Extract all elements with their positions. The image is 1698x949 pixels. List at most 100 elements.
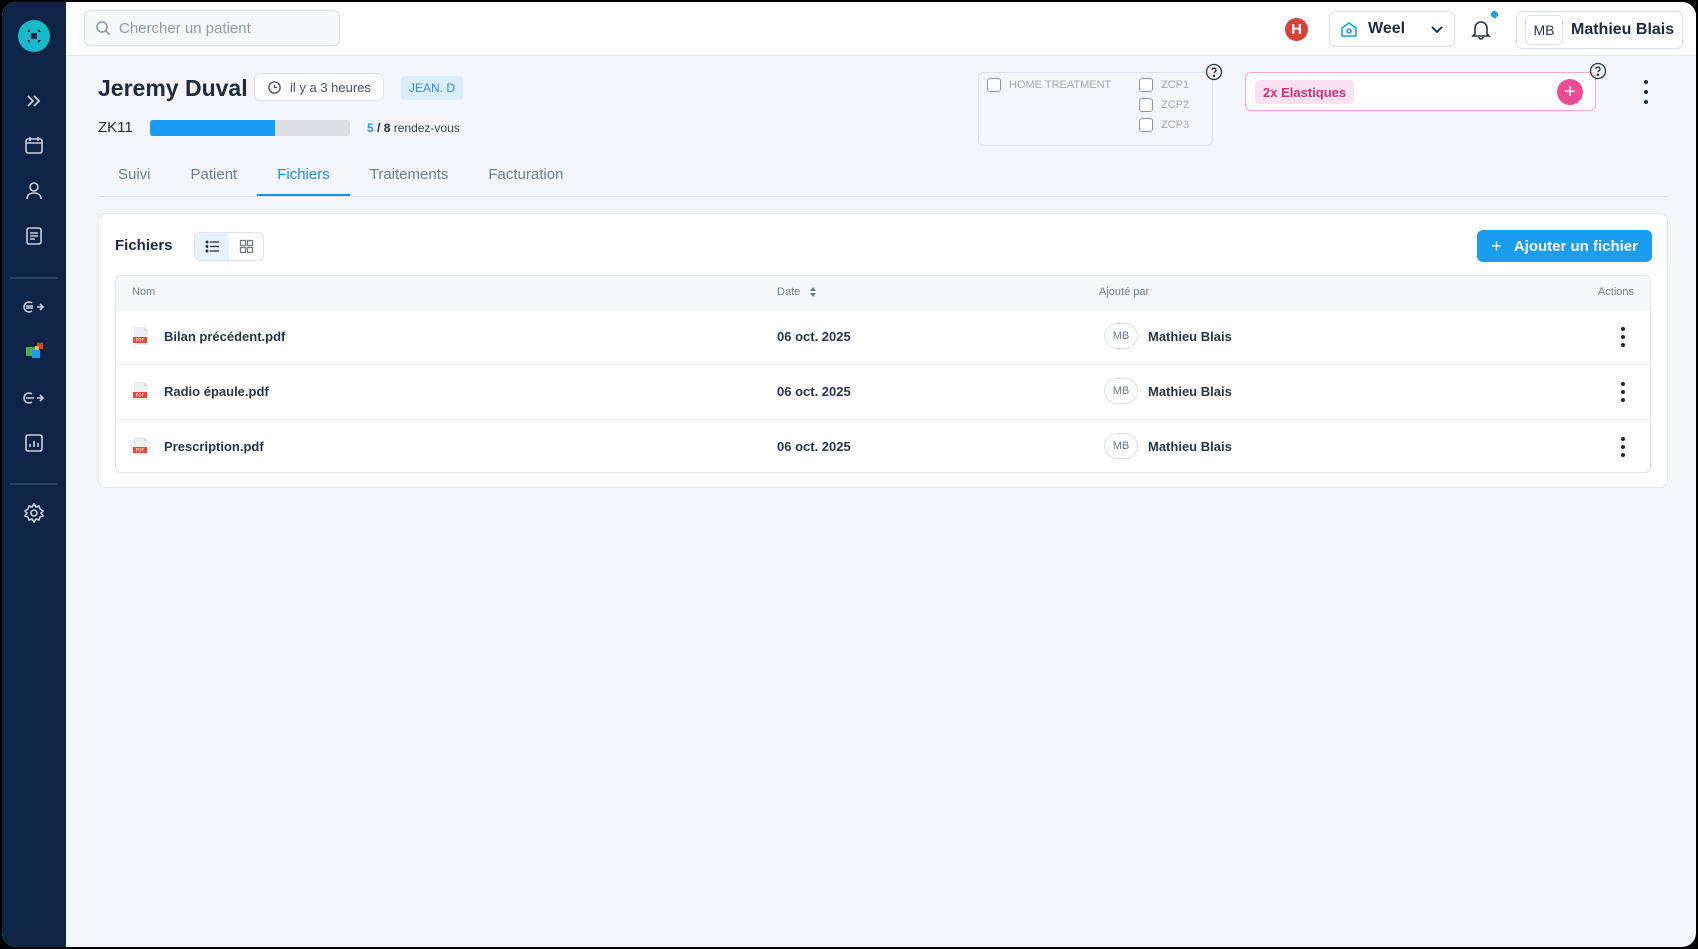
search-input[interactable] [119, 19, 329, 37]
exchange-icon [23, 392, 45, 404]
sidebar-item-calendar[interactable] [22, 133, 46, 157]
more-vertical-icon[interactable] [1620, 382, 1626, 402]
document-icon [26, 227, 42, 245]
modules-icon [26, 343, 43, 358]
tag-chip[interactable]: 2x Elastiques [1255, 80, 1355, 104]
appointments-label: rendez-vous [393, 121, 460, 135]
user-name: Mathieu Blais [1571, 21, 1675, 38]
zcp3-option[interactable]: ZCP3 [1139, 118, 1189, 132]
app-window: H Weel MB Mathieu Blais Jeremy Duval il … [2, 2, 1696, 947]
column-header-added-by: Ajouté par [1099, 286, 1150, 298]
tab-patient[interactable]: Patient [171, 154, 258, 196]
tab-bar: Suivi Patient Fichiers Traitements Factu… [98, 154, 1668, 197]
appointments-total: 8 [383, 121, 391, 135]
column-header-name: Nom [132, 286, 156, 298]
zcp1-label: ZCP1 [1161, 79, 1190, 91]
home-treatment-option[interactable]: HOME TREATMENT [987, 78, 1111, 92]
search-icon [96, 21, 111, 36]
tab-traitements[interactable]: Traitements [350, 154, 469, 196]
tab-facturation[interactable]: Facturation [468, 154, 583, 196]
patient-name: Jeremy Duval [98, 75, 248, 101]
patient-tag[interactable]: JEAN. D [401, 76, 464, 100]
appointments-progress-bar [150, 120, 350, 136]
file-name[interactable]: Radio épaule.pdf [164, 384, 269, 399]
file-added-by: Mathieu Blais [1148, 329, 1232, 344]
grid-view-button[interactable] [229, 233, 263, 260]
column-header-date[interactable]: Date [777, 286, 817, 298]
sidebar-item-settings[interactable] [22, 501, 46, 525]
settings-icon [23, 502, 45, 524]
expand-sidebar-button[interactable] [22, 89, 46, 113]
column-header-date-label: Date [777, 286, 801, 298]
more-vertical-icon[interactable] [1620, 327, 1626, 347]
avatar: MB [1104, 378, 1138, 404]
view-toggle [194, 232, 264, 261]
table-row[interactable]: PDF Bilan précédent.pdf 06 oct. 2025 MB … [116, 309, 1650, 364]
file-date: 06 oct. 2025 [777, 384, 851, 399]
file-name[interactable]: Bilan précédent.pdf [164, 329, 285, 344]
bell-icon[interactable] [1470, 18, 1492, 40]
more-vertical-icon[interactable] [1620, 437, 1626, 457]
table-row[interactable]: PDF Prescription.pdf 06 oct. 2025 MB Mat… [116, 419, 1650, 472]
zcp2-option[interactable]: ZCP2 [1139, 98, 1189, 112]
files-card: Fichiers + Ajouter un fichier Nom Date A… [98, 213, 1668, 488]
expand-icon [27, 95, 41, 107]
zcp2-checkbox[interactable] [1139, 98, 1153, 112]
clinic-name: Weel [1368, 20, 1406, 37]
file-added-by: Mathieu Blais [1148, 384, 1232, 399]
home-treatment-box: HOME TREATMENT ZCP1 ZCP2 ZCP3 [978, 72, 1213, 146]
grid-view-icon [239, 239, 253, 254]
last-seen-text: il y a 3 heures [290, 79, 371, 95]
zcp3-checkbox[interactable] [1139, 118, 1153, 132]
chart-icon [25, 434, 43, 452]
zcp2-label: ZCP2 [1161, 99, 1190, 111]
list-view-button[interactable] [195, 233, 229, 260]
tags-box[interactable]: 2x Elastiques + [1245, 72, 1596, 111]
sidebar-item-statistics[interactable] [22, 431, 46, 455]
help-icon[interactable] [1205, 63, 1223, 81]
appointments-count: 5 / 8 rendez-vous [367, 121, 460, 135]
home-treatment-label: HOME TREATMENT [1009, 79, 1112, 91]
sidebar-item-documents[interactable] [22, 224, 46, 248]
notification-dot [1490, 10, 1499, 19]
files-table: Nom Date Ajouté par Actions PDF Bilan pr… [115, 275, 1651, 473]
sidebar-item-modules[interactable] [22, 339, 46, 363]
tab-fichiers[interactable]: Fichiers [257, 154, 350, 196]
appointments-done: 5 [367, 121, 374, 135]
tab-suivi[interactable]: Suivi [98, 154, 171, 196]
add-file-label: Ajouter un fichier [1513, 237, 1638, 255]
home-icon [1341, 22, 1357, 37]
sidebar-item-payments[interactable] [22, 295, 46, 319]
h-badge[interactable]: H [1285, 18, 1308, 41]
help-icon[interactable] [1589, 62, 1607, 80]
logo-icon[interactable] [14, 16, 54, 56]
avatar: MB [1525, 15, 1563, 45]
sidebar-item-patients[interactable] [22, 179, 46, 203]
add-file-button[interactable]: + Ajouter un fichier [1477, 230, 1652, 262]
patient-code: ZK11 [98, 119, 133, 136]
patient-search[interactable] [84, 10, 340, 46]
files-title: Fichiers [115, 237, 173, 254]
table-row[interactable]: PDF Radio épaule.pdf 06 oct. 2025 MB Mat… [116, 364, 1650, 419]
sort-icon[interactable] [809, 287, 817, 298]
more-vertical-icon[interactable] [1642, 80, 1650, 104]
sidebar-item-exchange[interactable] [22, 386, 46, 410]
file-date: 06 oct. 2025 [777, 439, 851, 454]
svg-text:PDF: PDF [136, 338, 145, 343]
file-name[interactable]: Prescription.pdf [164, 439, 264, 454]
plus-icon: + [1491, 235, 1502, 256]
sidebar-divider [10, 277, 58, 279]
home-treatment-checkbox[interactable] [987, 78, 1001, 92]
sidebar [2, 2, 66, 947]
file-added-by: Mathieu Blais [1148, 439, 1232, 454]
zcp1-checkbox[interactable] [1139, 78, 1153, 92]
calendar-icon [25, 137, 43, 154]
user-menu[interactable]: MB Mathieu Blais [1516, 11, 1683, 49]
zcp1-option[interactable]: ZCP1 [1139, 78, 1189, 92]
file-date: 06 oct. 2025 [777, 329, 851, 344]
clinic-selector[interactable]: Weel [1329, 11, 1455, 47]
svg-text:PDF: PDF [136, 393, 145, 398]
sidebar-divider [10, 483, 58, 485]
add-tag-button[interactable]: + [1557, 79, 1583, 105]
table-header: Nom Date Ajouté par Actions [116, 276, 1650, 309]
